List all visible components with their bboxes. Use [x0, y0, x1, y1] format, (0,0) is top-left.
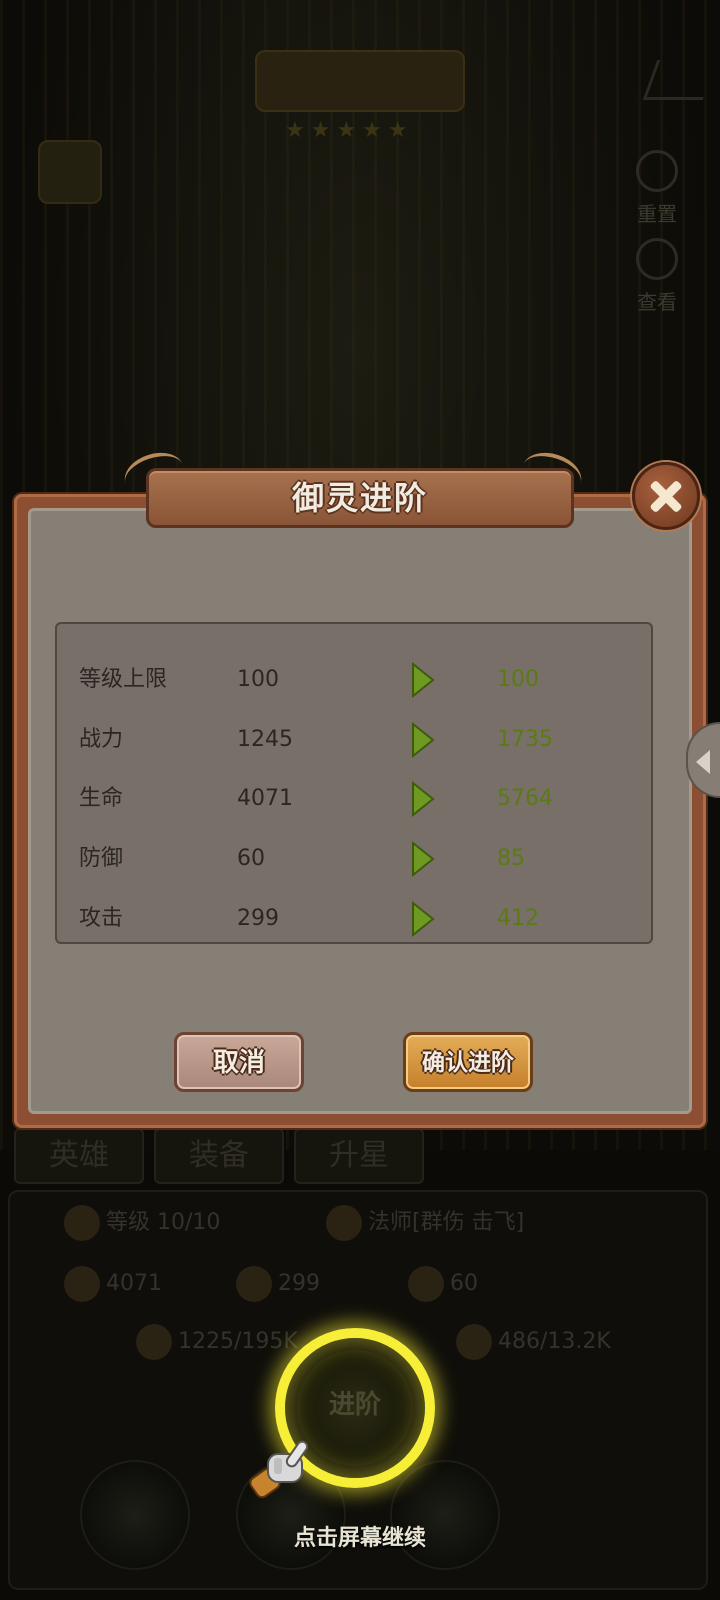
- stat-label: 等级上限: [79, 667, 168, 692]
- stat-label: 生命: [79, 786, 124, 811]
- reset-button[interactable]: 重置: [628, 150, 686, 227]
- class-stat: 法师[群伤 击飞]: [326, 1204, 524, 1241]
- level-value: 等级 10/10: [106, 1210, 221, 1235]
- def-value: 60: [450, 1271, 478, 1296]
- view-button[interactable]: 查看: [628, 238, 686, 315]
- resource-1-value: 1225/195K: [178, 1329, 298, 1354]
- dialog-title: 御灵进阶: [291, 479, 428, 517]
- stat-new-value: 100: [497, 667, 539, 692]
- stat-new-value: 412: [497, 906, 539, 931]
- stat-old-value: 60: [237, 846, 265, 871]
- stat-label: 战力: [79, 727, 124, 752]
- stat-label: 防御: [79, 846, 124, 871]
- stat-new-value: 1735: [497, 727, 553, 752]
- stat-old-value: 299: [237, 906, 279, 931]
- stat-new-value: 5764: [497, 786, 553, 811]
- hero-badge-icon: [38, 140, 102, 204]
- def-icon: [408, 1266, 444, 1302]
- tab-hero[interactable]: 英雄: [14, 1128, 144, 1184]
- tab-equipment[interactable]: 装备: [154, 1128, 284, 1184]
- stat-row: 攻击 299 412: [57, 889, 655, 949]
- stat-row: 生命 4071 5764: [57, 769, 655, 829]
- class-value: 法师[群伤 击飞]: [368, 1210, 525, 1235]
- stat-old-value: 1245: [237, 727, 293, 752]
- hero-portrait-1[interactable]: [80, 1460, 190, 1570]
- stat-row: 战力 1245 1735: [57, 710, 655, 770]
- arrow-right-icon: [412, 901, 435, 937]
- pointing-hand-icon: [249, 1440, 309, 1499]
- atk-icon: [236, 1266, 272, 1302]
- stat-row: 防御 60 85: [57, 829, 655, 889]
- arrow-right-icon: [412, 781, 435, 817]
- hp-value: 4071: [106, 1271, 162, 1296]
- resource-1: 1225/195K: [136, 1324, 298, 1360]
- cancel-button[interactable]: 取消: [174, 1032, 304, 1092]
- tab-star-up[interactable]: 升星: [294, 1128, 424, 1184]
- close-button[interactable]: [632, 462, 700, 530]
- reset-label: 重置: [637, 202, 677, 226]
- arrow-right-icon: [412, 722, 435, 758]
- continue-hint: 点击屏幕继续: [293, 1526, 426, 1551]
- stat-row: 等级上限 100 100: [57, 650, 655, 710]
- view-label: 查看: [637, 290, 677, 314]
- stat-old-value: 100: [237, 667, 279, 692]
- resource-2-icon: [456, 1324, 492, 1360]
- arrow-right-icon: [412, 662, 435, 698]
- reset-icon: [636, 150, 678, 192]
- view-icon: [636, 238, 678, 280]
- atk-value: 299: [278, 1271, 320, 1296]
- star-rating-icon: ★★★★★: [285, 118, 414, 143]
- arrow-right-icon: [412, 841, 435, 877]
- resource-2-value: 486/13.2K: [498, 1329, 611, 1354]
- atk-stat: 299: [236, 1266, 320, 1302]
- confirm-advance-button[interactable]: 确认进阶: [403, 1032, 533, 1092]
- level-icon: [64, 1205, 100, 1241]
- hero-tabs: 英雄 装备 升星: [14, 1128, 706, 1188]
- stat-label: 攻击: [79, 906, 124, 931]
- resource-1-icon: [136, 1324, 172, 1360]
- hp-stat: 4071: [64, 1266, 162, 1302]
- resource-2: 486/13.2K: [456, 1324, 611, 1360]
- hp-icon: [64, 1266, 100, 1302]
- hero-portrait-3[interactable]: [390, 1460, 500, 1570]
- def-stat: 60: [408, 1266, 478, 1302]
- stat-new-value: 85: [497, 846, 525, 871]
- stats-comparison-table: 等级上限 100 100 战力 1245 1735 生命 4071 5764 防…: [55, 622, 653, 944]
- stat-old-value: 4071: [237, 786, 293, 811]
- level-stat: 等级 10/10: [64, 1204, 220, 1241]
- class-icon: [326, 1205, 362, 1241]
- hero-name-banner: [255, 50, 465, 112]
